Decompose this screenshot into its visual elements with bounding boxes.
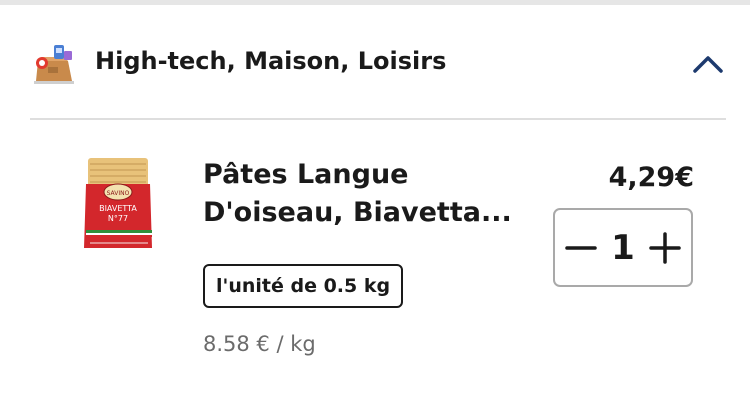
product-name-line2: D'oiseau, Biavetta...	[203, 197, 512, 228]
product-name-line1: Pâtes Langue	[203, 159, 409, 190]
minus-icon[interactable]	[559, 210, 603, 285]
svg-text:N°77: N°77	[108, 214, 128, 223]
box-with-items-icon	[30, 39, 78, 87]
price-per-kg: 8.58 € / kg	[203, 332, 316, 356]
unit-badge: l'unité de 0.5 kg	[203, 264, 404, 308]
quantity-stepper: 1	[553, 208, 693, 287]
product-name[interactable]: Pâtes Langue D'oiseau, Biavetta...	[203, 156, 533, 232]
category-header[interactable]: High-tech, Maison, Loisirs	[0, 5, 750, 117]
chevron-up-icon[interactable]	[688, 49, 728, 79]
quantity-value[interactable]: 1	[599, 210, 647, 285]
svg-text:BIAVETTA: BIAVETTA	[99, 204, 137, 213]
pasta-package-icon[interactable]: SAVINO BIAVETTA N°77	[80, 156, 158, 254]
category-title: High-tech, Maison, Loisirs	[95, 47, 447, 75]
product-price: 4,29€	[608, 162, 694, 193]
product-row: SAVINO BIAVETTA N°77 Pâtes Langue D'oise…	[0, 120, 750, 418]
plus-icon[interactable]	[643, 210, 687, 285]
svg-text:SAVINO: SAVINO	[107, 190, 130, 197]
